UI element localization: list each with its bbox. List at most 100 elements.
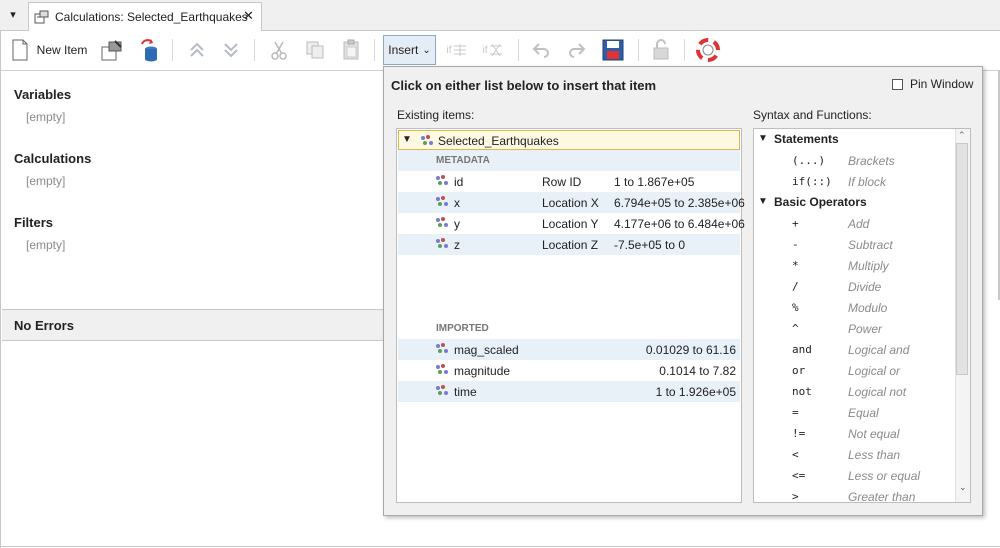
points-attribute-icon [436,217,448,227]
syntax-code: and [792,343,812,356]
syntax-code: or [792,364,806,377]
existing-items-label: Existing items: [397,108,475,122]
metadata-item-row[interactable]: z Location Z -7.5e+05 to 0 [398,234,740,255]
tree-root-label: Selected_Earthquakes [438,134,559,148]
frame-border [0,546,1000,547]
clipboard-icon [343,39,359,60]
existing-items-list[interactable]: ▼ Selected_Earthquakes METADATA id Row ID… [396,128,745,503]
collapse-triangle-icon[interactable]: ▼ [402,134,412,145]
insert-popup: Click on either list below to insert tha… [383,66,983,516]
calculations-heading: Calculations [14,151,92,166]
help-button[interactable] [694,36,722,64]
tab-close-icon[interactable]: ✕ [243,8,254,24]
undo-button[interactable] [528,36,554,64]
syntax-item-row[interactable]: not Logical not [754,381,954,402]
scroll-up-icon[interactable]: ⌃ [958,130,966,141]
move-down-button[interactable] [218,36,244,64]
redo-button[interactable] [564,36,590,64]
item-kind: Row ID [542,175,582,189]
syntax-description: Divide [848,280,882,294]
item-name: y [454,217,460,231]
syntax-item-row[interactable]: if(::) If block [754,171,954,192]
basic-operators-section[interactable]: ▼ Basic Operators [754,192,954,213]
imported-item-row[interactable]: time 1 to 1.926e+05 [398,381,740,402]
double-chevron-down-icon [224,43,238,58]
tab-menu-chevron-icon[interactable]: ▾ [4,6,22,24]
syntax-item-row[interactable]: > Greater than [754,486,954,503]
syntax-item-row[interactable]: + Add [754,213,954,234]
toolbar-separator [172,39,173,61]
insert-dropdown-button[interactable]: Insert ⌄ [383,35,436,65]
syntax-code: > [792,490,799,503]
syntax-description: Greater than [848,490,916,503]
syntax-description: Logical or [848,364,901,378]
syntax-item-row[interactable]: ^ Power [754,318,954,339]
pin-window-label[interactable]: Pin Window [910,77,973,91]
collapse-triangle-icon[interactable]: ▼ [758,196,768,207]
toolbar-separator [684,39,685,61]
metadata-item-row[interactable]: y Location Y 4.177e+06 to 6.484e+06 [398,213,745,234]
move-up-button[interactable] [184,36,210,64]
syntax-item-row[interactable]: != Not equal [754,423,954,444]
unlock-button[interactable] [648,36,674,64]
syntax-item-row[interactable]: * Multiply [754,255,954,276]
syntax-item-row[interactable]: < Less than [754,444,954,465]
save-button[interactable] [599,36,627,64]
scissors-icon [271,41,287,60]
toolbar-separator [254,39,255,61]
scroll-down-icon[interactable]: ⌄ [959,482,967,493]
item-kind: Location Y [542,217,599,231]
points-attribute-icon [436,196,448,206]
copy-button[interactable] [302,36,328,64]
item-range: 6.794e+05 to 2.385e+06 [614,196,745,210]
if-block-button[interactable]: if [442,36,472,64]
collapse-triangle-icon[interactable]: ▼ [758,133,768,144]
points-attribute-icon [436,238,448,248]
tab-calculations[interactable]: Calculations: Selected_Earthquakes ✕ [28,2,262,31]
insert-label: Insert [388,43,419,57]
syntax-description: Less than [848,448,901,462]
item-name: time [454,385,477,399]
syntax-item-row[interactable]: - Subtract [754,234,954,255]
tree-root-row[interactable]: ▼ Selected_Earthquakes [398,130,740,150]
errors-bar: No Errors [2,309,384,341]
paste-button[interactable] [338,36,364,64]
syntax-item-row[interactable]: % Modulo [754,297,954,318]
pin-window-checkbox[interactable] [892,79,903,90]
calculations-empty: [empty] [26,174,66,188]
if-else-button[interactable]: if [478,36,508,64]
floppy-disk-icon [602,39,624,61]
errors-title: No Errors [14,318,74,333]
section-heading: Basic Operators [774,195,867,209]
new-item-button[interactable]: New Item [8,36,90,64]
syntax-item-row[interactable]: or Logical or [754,360,954,381]
item-range: -7.5e+05 to 0 [614,238,686,252]
syntax-description: Subtract [848,238,893,252]
metadata-item-row[interactable]: x Location X 6.794e+05 to 2.385e+06 [398,192,745,213]
syntax-item-row[interactable]: = Equal [754,402,954,423]
syntax-functions-list[interactable]: ▼ Statements (...) Brackets if(::) If block ▼ B… [753,128,971,503]
syntax-item-row[interactable]: <= Less or equal [754,465,954,486]
item-range: 1 to 1.867e+05 [614,175,695,189]
load-database-button[interactable] [134,36,162,64]
edit-calculator-button[interactable] [98,36,126,64]
copy-icon [306,41,324,59]
scrollbar-thumb[interactable] [956,143,968,375]
if-block-icon [453,44,466,56]
points-attribute-icon [436,175,448,185]
imported-item-row[interactable]: mag_scaled 0.01029 to 61.16 [398,339,740,360]
cut-button[interactable] [266,36,292,64]
syntax-item-row[interactable]: and Logical and [754,339,954,360]
item-name: id [454,175,464,189]
imported-item-row[interactable]: magnitude 0.1014 to 7.82 [398,360,740,381]
toolbar-separator [374,39,375,61]
item-range: 1 to 1.926e+05 [655,385,736,399]
syntax-item-row[interactable]: (...) Brackets [754,150,954,171]
syntax-item-row[interactable]: / Divide [754,276,954,297]
syntax-description: Logical not [848,385,907,399]
item-name: x [454,196,460,210]
syntax-code: not [792,385,812,398]
metadata-item-row[interactable]: id Row ID 1 to 1.867e+05 [398,171,740,192]
syntax-description: Logical and [848,343,910,357]
statements-section[interactable]: ▼ Statements [754,129,954,150]
